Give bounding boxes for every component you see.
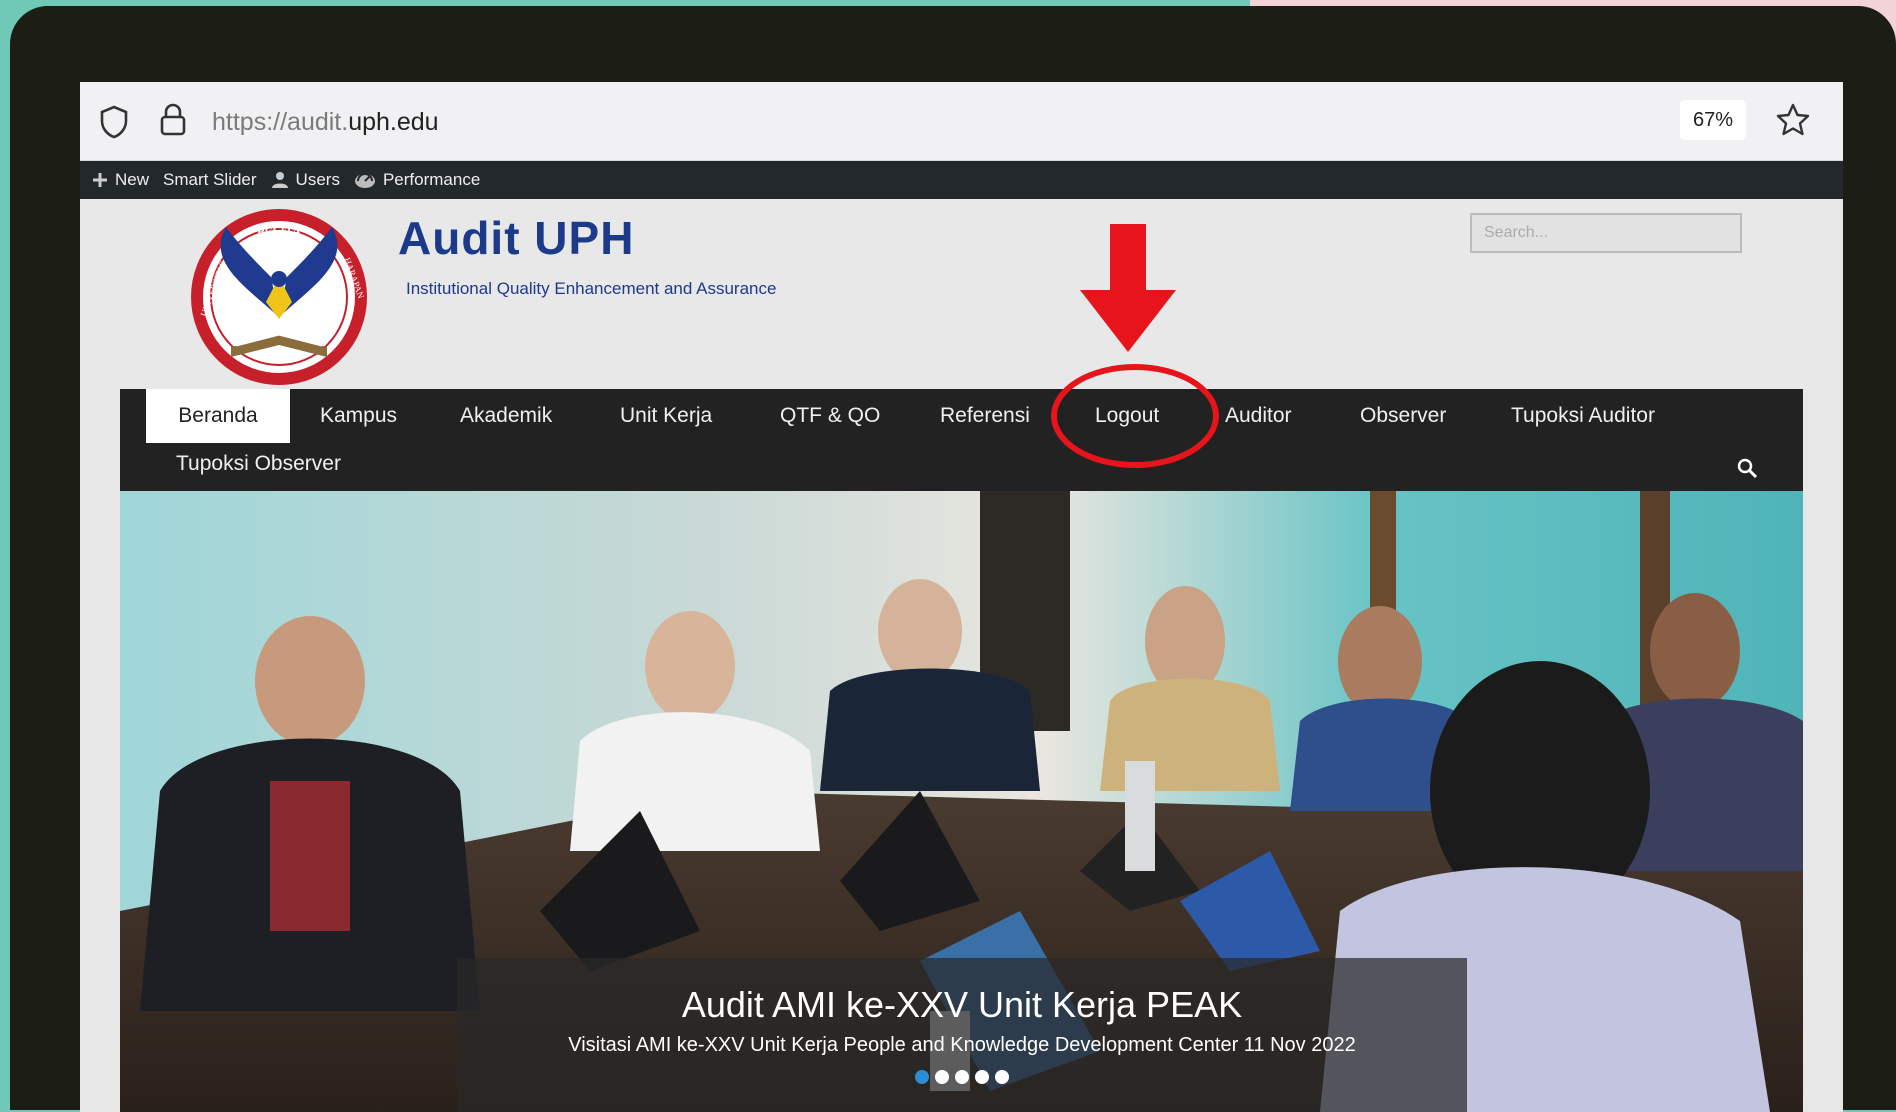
main-navigation: Beranda Kampus Akademik Unit Kerja QTF &…	[120, 389, 1803, 491]
url-prefix: https://audit.	[212, 108, 349, 136]
nav-item-kampus[interactable]: Kampus	[320, 389, 397, 443]
nav-item-qtf-qo[interactable]: QTF & QO	[780, 389, 880, 443]
admin-performance-label: Performance	[382, 170, 481, 189]
logo-top-text: PELITA	[257, 224, 301, 238]
slider-dot-2[interactable]	[935, 1070, 949, 1084]
admin-toolbar: New Smart Slider Users Performance	[80, 161, 1843, 199]
red-arrow-annotation	[1080, 224, 1176, 352]
nav-item-tupoksi-observer[interactable]: Tupoksi Observer	[176, 437, 341, 491]
nav-item-unit-kerja[interactable]: Unit Kerja	[620, 389, 712, 443]
admin-smart-slider-button[interactable]: Smart Slider	[163, 170, 257, 190]
admin-users-button[interactable]: Users	[271, 170, 340, 190]
browser-screen: https://audit.uph.edu 67% New Smart Slid…	[80, 82, 1843, 1112]
nav-item-beranda[interactable]: Beranda	[146, 389, 290, 443]
address-field[interactable]: https://audit.uph.edu	[212, 108, 439, 137]
url-domain: uph.edu	[348, 108, 439, 136]
nav-item-auditor[interactable]: Auditor	[1225, 389, 1292, 443]
zoom-level-button[interactable]: 67%	[1680, 100, 1746, 140]
admin-users-label: Users	[295, 170, 340, 189]
admin-performance-button[interactable]: Performance	[354, 170, 480, 190]
lock-icon[interactable]	[158, 102, 188, 138]
slider-dots	[457, 1070, 1467, 1084]
slider-dot-5[interactable]	[995, 1070, 1009, 1084]
slider-dot-4[interactable]	[975, 1070, 989, 1084]
plus-icon	[93, 173, 107, 187]
bookmark-star-icon[interactable]	[1774, 102, 1812, 138]
admin-new-button[interactable]: New	[92, 170, 149, 190]
admin-smart-slider-label: Smart Slider	[163, 170, 257, 189]
user-icon	[271, 172, 288, 188]
browser-url-bar: https://audit.uph.edu 67%	[80, 82, 1843, 161]
site-title[interactable]: Audit UPH	[398, 211, 634, 265]
nav-item-referensi[interactable]: Referensi	[940, 389, 1030, 443]
hero-slider[interactable]: Audit AMI ke-XXV Unit Kerja PEAK Visitas…	[120, 491, 1803, 1112]
monitor-frame: https://audit.uph.edu 67% New Smart Slid…	[10, 6, 1896, 1112]
slider-dot-1[interactable]	[915, 1070, 929, 1084]
nav-item-tupoksi-auditor[interactable]: Tupoksi Auditor	[1511, 389, 1655, 443]
slider-caption: Audit AMI ke-XXV Unit Kerja PEAK Visitas…	[457, 958, 1467, 1112]
nav-item-akademik[interactable]: Akademik	[460, 389, 552, 443]
shield-icon[interactable]	[98, 104, 130, 140]
slider-subtitle: Visitasi AMI ke-XXV Unit Kerja People an…	[568, 1034, 1356, 1056]
nav-item-observer[interactable]: Observer	[1360, 389, 1446, 443]
site-header: PELITA UNIVERSITAS HARAPAN Audit UPH Ins…	[80, 199, 1843, 389]
red-circle-annotation	[1051, 364, 1219, 468]
search-input[interactable]	[1470, 213, 1742, 253]
search-icon[interactable]	[1736, 457, 1758, 479]
performance-icon	[354, 173, 375, 188]
admin-new-label: New	[115, 170, 150, 189]
uph-logo[interactable]: PELITA UNIVERSITAS HARAPAN	[176, 207, 382, 389]
site-tagline: Institutional Quality Enhancement and As…	[406, 279, 777, 298]
slider-title: Audit AMI ke-XXV Unit Kerja PEAK	[681, 984, 1243, 1025]
slider-dot-3[interactable]	[955, 1070, 969, 1084]
